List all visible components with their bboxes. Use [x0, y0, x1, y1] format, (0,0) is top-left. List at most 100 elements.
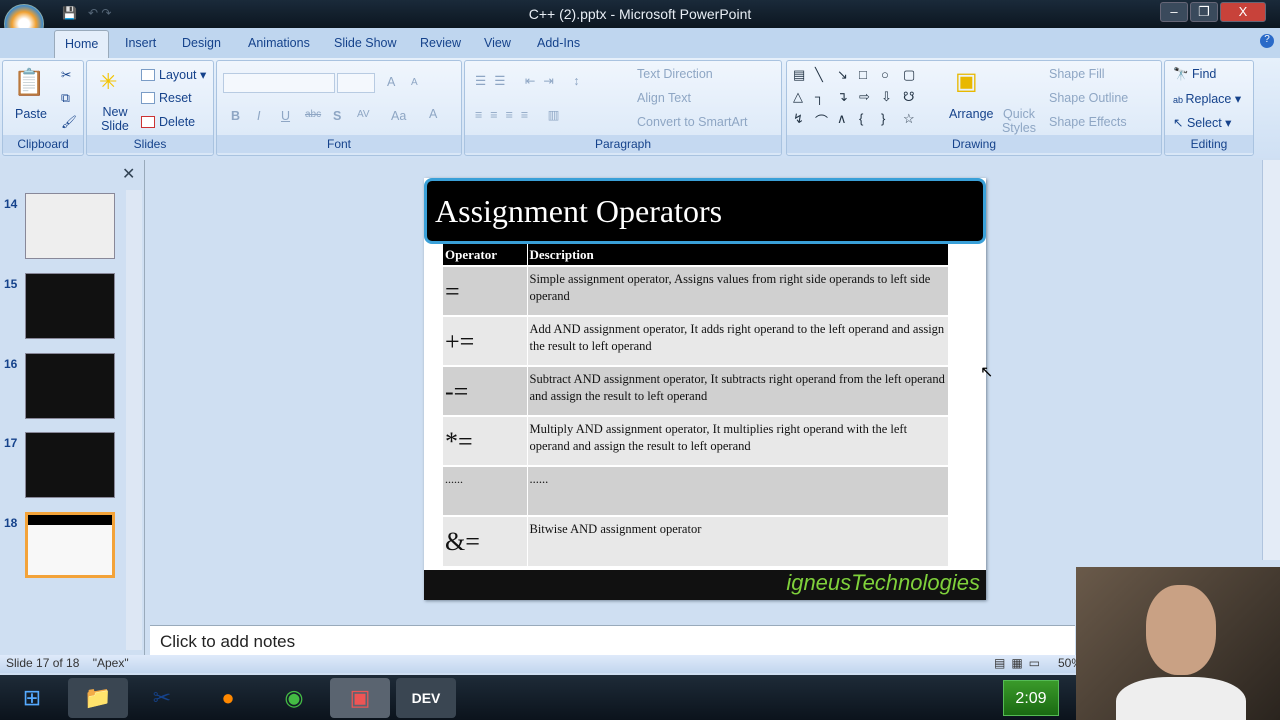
slide-thumbnail[interactable] — [25, 512, 115, 578]
bold-button[interactable]: B — [231, 109, 240, 123]
operators-table[interactable]: Operator Description = Simple assignment o… — [443, 244, 949, 566]
tab-view[interactable]: View — [484, 36, 511, 50]
find-button[interactable]: 🔭 Find — [1173, 67, 1216, 82]
shape-item[interactable]: ∧ — [837, 111, 859, 130]
table-row: ............ — [443, 465, 949, 516]
font-size-dropdown[interactable] — [337, 73, 375, 93]
replace-button[interactable]: ab Replace ▾ — [1173, 91, 1241, 106]
slide-scrollbar[interactable] — [1262, 160, 1280, 560]
char-spacing-button[interactable]: AV — [357, 109, 370, 120]
paste-icon[interactable]: 📋 — [13, 67, 45, 98]
grow-font-button[interactable]: A — [387, 75, 395, 89]
shape-item[interactable]: ○ — [881, 67, 903, 83]
shape-item[interactable]: ☋ — [903, 89, 925, 105]
explorer-icon[interactable]: 📁 — [68, 678, 128, 718]
close-button[interactable]: X — [1220, 2, 1266, 22]
cut-icon[interactable]: ✂ — [61, 67, 71, 82]
close-pane-icon[interactable]: ✕ — [122, 164, 135, 184]
paste-button[interactable]: Paste — [15, 107, 47, 121]
select-button[interactable]: ↖ Select ▾ — [1173, 115, 1231, 130]
quick-styles-button[interactable]: Quick Styles — [1001, 107, 1037, 135]
shape-item[interactable]: { — [859, 111, 881, 130]
italic-button[interactable]: I — [257, 109, 260, 123]
start-button[interactable]: ⊞ — [2, 678, 62, 718]
shape-item[interactable]: △ — [793, 89, 815, 105]
shape-item[interactable]: ▢ — [903, 67, 925, 83]
maximize-button[interactable]: ❐ — [1190, 2, 1218, 22]
shape-outline-button[interactable]: Shape Outline — [1049, 91, 1128, 105]
tab-animations[interactable]: Animations — [248, 36, 310, 50]
tab-design[interactable]: Design — [182, 36, 221, 50]
text-direction-button[interactable]: Text Direction — [637, 67, 713, 81]
firefox-icon[interactable]: ● — [198, 678, 258, 718]
slide-thumbnail[interactable] — [25, 273, 115, 339]
tab-insert[interactable]: Insert — [125, 36, 156, 50]
pane-scrollbar[interactable] — [126, 190, 142, 650]
copy-icon[interactable]: ⧉ — [61, 91, 70, 106]
arrange-icon: ▣ — [955, 68, 978, 95]
convert-smartart-button[interactable]: Convert to SmartArt — [637, 115, 747, 129]
shape-fill-button[interactable]: Shape Fill — [1049, 67, 1105, 81]
shape-item[interactable]: ┐ — [815, 89, 837, 105]
new-slide-button[interactable]: New Slide — [95, 105, 135, 133]
font-color-button[interactable]: A — [429, 107, 437, 121]
group-label: Editing — [1165, 135, 1253, 153]
list-buttons[interactable]: ☰☰ ⇤⇥ ↕ — [475, 73, 588, 88]
tab-add-ins[interactable]: Add-Ins — [537, 36, 580, 50]
tab-review[interactable]: Review — [420, 36, 461, 50]
arrange-button[interactable]: Arrange — [949, 107, 993, 121]
change-case-button[interactable]: Aa — [391, 109, 406, 123]
clock[interactable]: 2:09 — [1003, 680, 1059, 716]
shape-item[interactable]: □ — [859, 67, 881, 83]
replace-icon: ab — [1173, 95, 1186, 105]
powerpoint-icon[interactable]: ▣ — [330, 678, 390, 718]
tab-slide-show[interactable]: Slide Show — [334, 36, 397, 50]
font-name-dropdown[interactable] — [223, 73, 335, 93]
minimize-button[interactable]: – — [1160, 2, 1188, 22]
format-painter-icon[interactable]: 🖌 — [61, 115, 77, 130]
select-label: Select — [1186, 116, 1222, 130]
shape-item[interactable]: } — [881, 111, 903, 130]
delete-button[interactable]: Delete — [141, 115, 195, 129]
strikethrough-button[interactable]: abc — [305, 109, 321, 120]
tab-home[interactable]: Home — [54, 30, 110, 58]
header-description: Description — [527, 244, 949, 266]
devcpp-icon[interactable]: DEV — [396, 678, 456, 718]
shape-effects-button[interactable]: Shape Effects — [1049, 115, 1127, 129]
shape-item[interactable]: ↯ — [793, 111, 815, 130]
mouse-cursor-icon: ↖ — [980, 364, 994, 381]
chrome-icon[interactable]: ◉ — [264, 678, 324, 718]
theme-name: "Apex" — [92, 656, 129, 670]
reset-button[interactable]: Reset — [141, 91, 192, 105]
undo-icon[interactable]: ↶ ↷ — [88, 6, 111, 20]
operator-cell: -= — [443, 365, 528, 416]
help-icon[interactable]: ? — [1260, 34, 1274, 48]
layout-button[interactable]: Layout ▾ — [141, 67, 206, 82]
shape-item[interactable]: ⇩ — [881, 89, 903, 105]
save-icon[interactable]: 💾 — [62, 6, 77, 20]
operator-cell: *= — [443, 415, 528, 466]
slide-title[interactable]: Assignment Operators — [424, 178, 986, 244]
shapes-gallery[interactable]: ▤ ╲ ↘ □ ○ ▢ △ ┐ ↴ ⇨ ⇩ ☋ ↯ ⌒ ∧{} ☆ — [793, 67, 933, 130]
underline-button[interactable]: U — [281, 109, 290, 123]
slide-thumbnail[interactable] — [25, 353, 115, 419]
snipping-tool-icon[interactable]: ✂ — [132, 678, 192, 718]
shape-item[interactable]: ╲ — [815, 67, 837, 83]
new-slide-icon[interactable]: ✳ — [99, 69, 117, 95]
shape-item[interactable]: ↘ — [837, 67, 859, 83]
shape-item[interactable]: ☆ — [903, 111, 925, 130]
group-label: Clipboard — [3, 135, 83, 153]
slide-canvas[interactable]: Assignment Operators Operator Description… — [424, 178, 986, 600]
shrink-font-button[interactable]: A — [411, 77, 418, 88]
shape-item[interactable]: ⇨ — [859, 89, 881, 105]
slide-thumbnail[interactable] — [25, 193, 115, 259]
shadow-button[interactable]: S — [333, 109, 341, 123]
align-buttons[interactable]: ≡≡≡≡ ▥ — [475, 107, 567, 122]
shape-item[interactable]: ⌒ — [815, 111, 837, 130]
shape-item[interactable]: ↴ — [837, 89, 859, 105]
view-buttons[interactable]: ▤▦▭ — [994, 656, 1046, 670]
shape-item[interactable]: ▤ — [793, 67, 815, 83]
slide-thumbnail[interactable] — [25, 432, 115, 498]
align-text-button[interactable]: Align Text — [637, 91, 691, 105]
notes-pane[interactable]: Click to add notes — [150, 625, 1075, 655]
